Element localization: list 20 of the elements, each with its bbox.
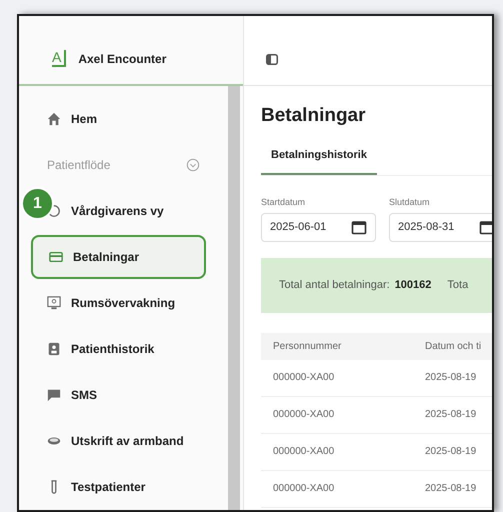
column-header: Datum och ti <box>424 340 482 354</box>
step-number-tooltip: 1 <box>21 187 54 220</box>
table-cell-text: 000000-XA00 <box>272 408 336 422</box>
column-header: Personnummer <box>272 340 342 354</box>
table-cell-text: 000000-XA00 <box>272 445 336 459</box>
field-label: Slutdatum <box>389 196 431 209</box>
table-cell-text: 000000-XA00 <box>272 371 336 385</box>
page-title: Betalningar <box>261 104 367 128</box>
field-label: Startdatum <box>261 196 306 209</box>
logo-mark: A <box>52 50 66 67</box>
summary-label: Tota <box>447 278 468 293</box>
table-cell-text: 2025-08-19 <box>424 482 478 496</box>
table-cell-text: 2025-08-19 <box>424 408 478 422</box>
table-cell-text: 2025-08-19 <box>424 371 478 385</box>
table-cell-text: 2025-08-19 <box>424 445 478 459</box>
table-cell-text: 000000-XA00 <box>272 482 336 496</box>
section-label: Patientflöde <box>47 157 110 174</box>
brand-name: Axel Encounter <box>78 50 166 68</box>
summary-label: Total antal betalningar: <box>279 278 390 293</box>
summary-value: 100162 <box>394 278 432 293</box>
